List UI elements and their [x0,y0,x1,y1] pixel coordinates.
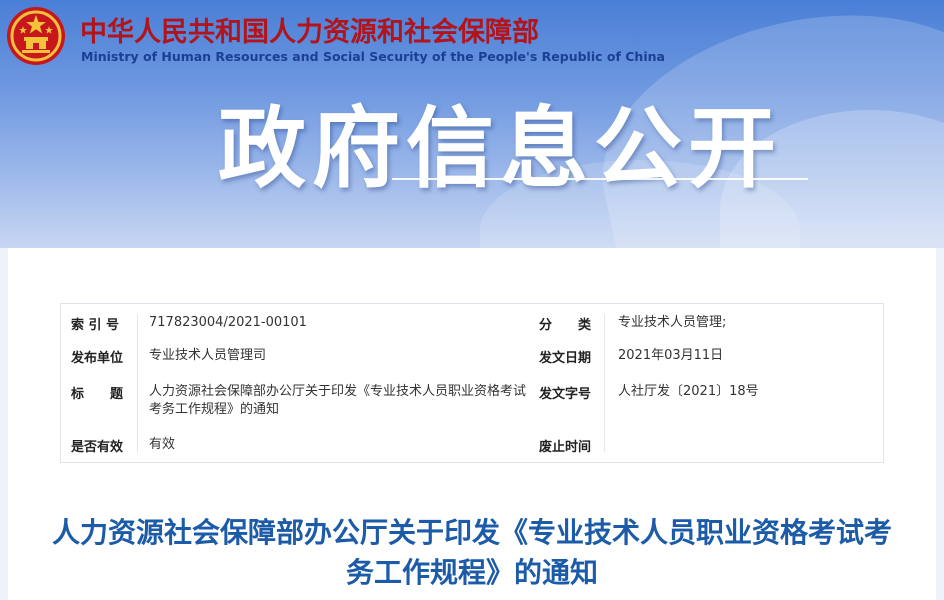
section-title: 政府信息公开 [218,97,783,200]
title-label: 标 题 [71,387,124,402]
publisher-value: 专业技术人员管理司 [149,348,267,363]
header-banner: 中华人民共和国人力资源和社会保障部 Ministry of Human Reso… [0,0,944,248]
index-value: 717823004/2021-00101 [149,315,307,330]
validity-value: 有效 [149,437,176,452]
ministry-name-en[interactable]: Ministry of Human Resources and Social S… [81,49,665,64]
category-label: 分 类 [539,318,592,333]
abolish-date-label: 废止时间 [539,440,592,455]
doc-number-value: 人社厅发〔2021〕18号 [618,384,759,399]
ministry-name-cn[interactable]: 中华人民共和国人力资源和社会保障部 [80,10,539,49]
publisher-label: 发布单位 [71,351,124,366]
document-metadata-table: 索 引 号 717823004/2021-00101 分 类 专业技术人员管理;… [60,303,884,463]
index-label: 索 引 号 [71,318,120,333]
validity-label: 是否有效 [71,440,124,455]
doc-number-label: 发文字号 [539,387,592,402]
title-value: 人力资源社会保障部办公厅关于印发《专业技术人员职业资格考试考务工作规程》的通知 [149,384,527,417]
category-value: 专业技术人员管理; [618,315,727,330]
date-label: 发文日期 [539,351,592,366]
column-divider [604,314,605,452]
article-title: 人力资源社会保障部办公厅关于印发《专业技术人员职业资格考试考务工作规程》的通知 [51,516,892,589]
national-emblem-icon[interactable] [6,6,66,66]
title-underline [392,178,808,180]
column-divider [137,314,138,452]
date-value: 2021年03月11日 [618,348,724,363]
